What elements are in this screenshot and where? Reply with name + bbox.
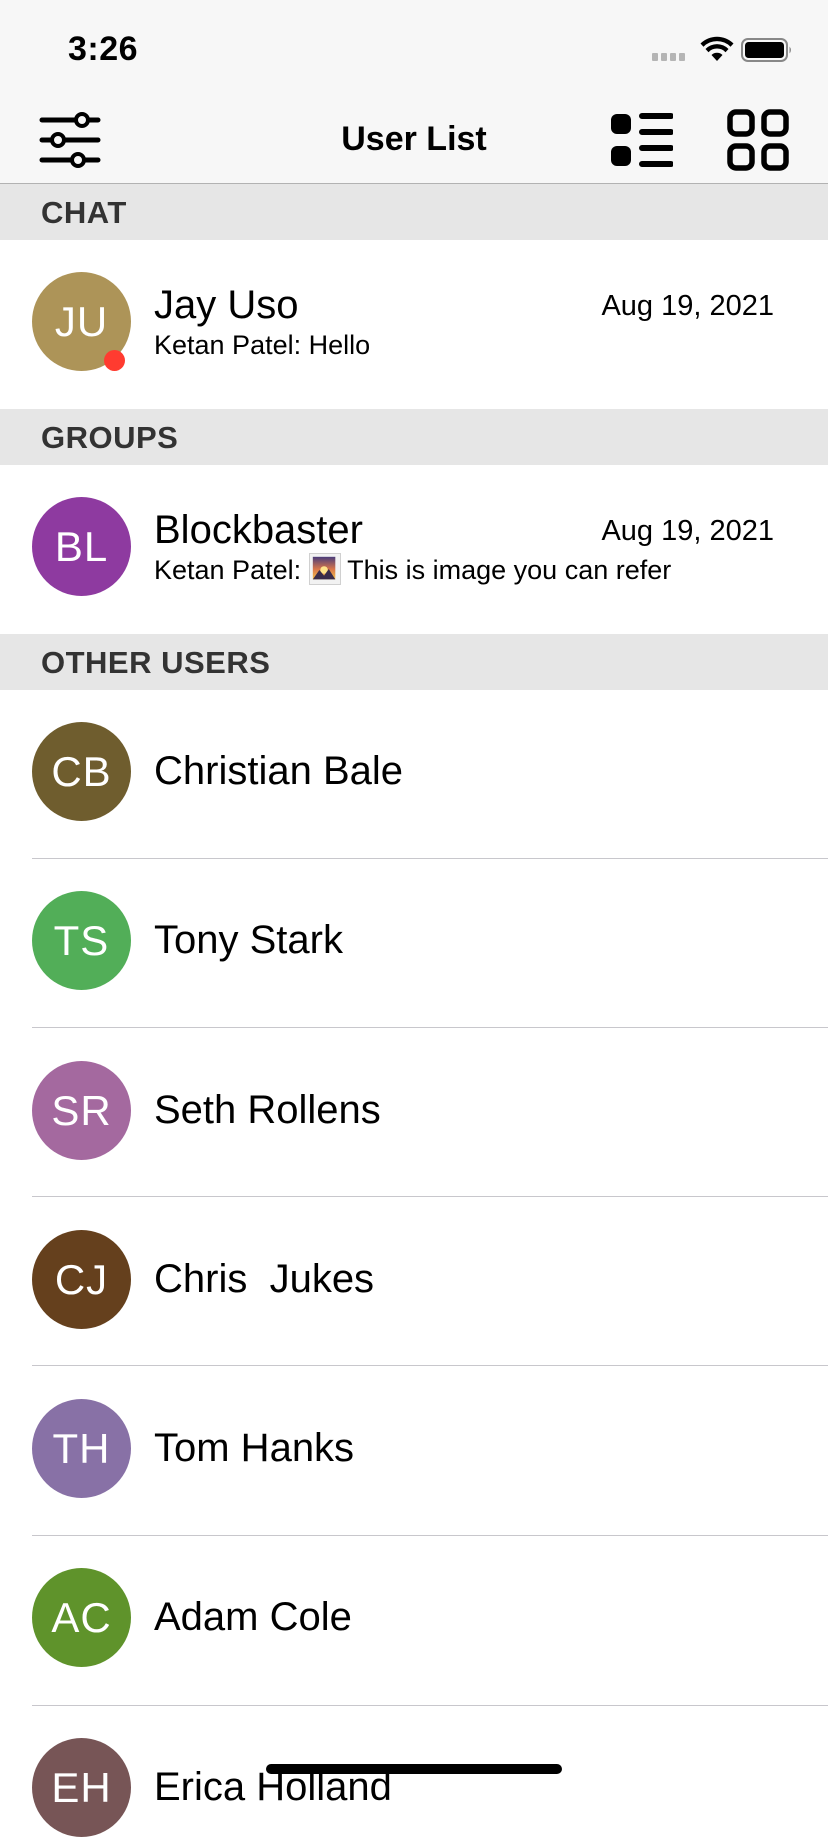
avatar: BL [32,497,131,596]
row-divider [32,1705,828,1706]
row-divider [32,1365,828,1366]
avatar: CJ [32,1230,131,1329]
preview-text: Hello [308,330,371,360]
last-message-preview: Ketan Patel: Hello [154,330,370,361]
avatar: CB [32,722,131,821]
user-name: Tom Hanks [154,1426,355,1470]
status-time: 3:26 [68,30,139,68]
user-name: Adam Cole [154,1595,352,1639]
avatar: AC [32,1568,131,1667]
avatar: TH [32,1399,131,1498]
home-indicator[interactable] [266,1764,562,1774]
status-bar: 3:26 [0,0,828,96]
battery-icon [741,38,793,62]
conversation-date: Aug 19, 2021 [601,515,774,547]
conversation-name: Jay Uso [154,283,299,327]
avatar: SR [32,1061,131,1160]
cellular-signal-icon [652,53,690,61]
user-name: Chris Jukes [154,1257,375,1301]
preview-text: This is image you can refer [347,555,672,585]
last-message-preview: Ketan Patel: This is image you can refer [154,552,672,588]
navigation-bar: User List [0,96,828,184]
conversation-name: Blockbaster [154,508,363,552]
row-divider [32,1196,828,1197]
online-status-dot [104,350,125,371]
preview-sender: Ketan Patel: [154,330,302,360]
row-divider [32,1535,828,1536]
section-title: CHAT [41,195,127,230]
image-thumbnail-icon [309,552,342,585]
list-view-icon[interactable] [609,108,674,172]
user-name: Seth Rollens [154,1088,381,1132]
avatar: TS [32,891,131,990]
user-name: Christian Bale [154,749,404,793]
user-name: Tony Stark [154,918,343,962]
row-divider [32,858,828,859]
avatar: EH [32,1738,131,1837]
section-header-groups: GROUPS [0,409,828,465]
wifi-icon [700,36,734,62]
section-header-chat: CHAT [0,184,828,240]
section-title: GROUPS [41,420,179,455]
row-divider [32,1027,828,1028]
grid-view-icon[interactable] [726,108,790,172]
section-header-other-users: OTHER USERS [0,634,828,690]
section-title: OTHER USERS [41,645,271,680]
page-title: User List [341,120,487,158]
conversation-date: Aug 19, 2021 [601,290,774,322]
preview-sender: Ketan Patel: [154,555,302,585]
